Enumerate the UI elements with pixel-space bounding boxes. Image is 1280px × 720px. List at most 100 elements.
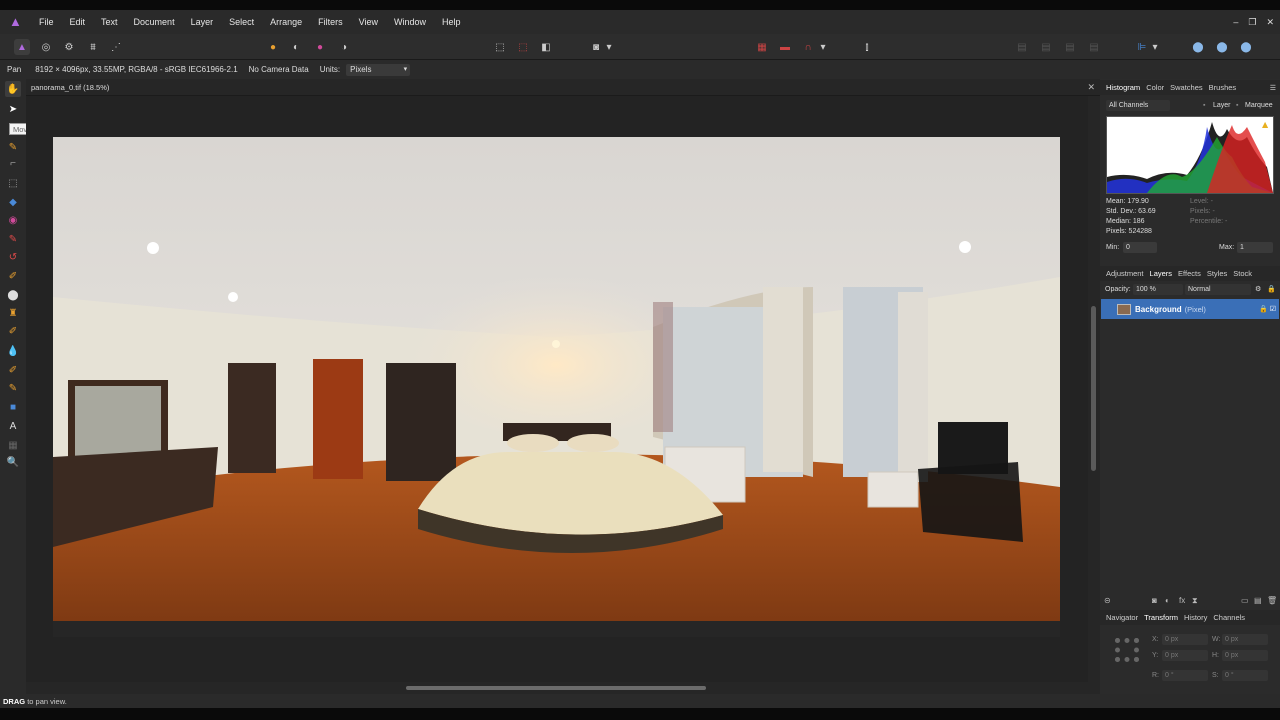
- align-dropdown-icon[interactable]: ▾: [1150, 39, 1160, 55]
- tab-brushes[interactable]: Brushes: [1209, 83, 1237, 92]
- canvas-area[interactable]: [26, 96, 1088, 682]
- zoom-tool-icon[interactable]: 🔍: [5, 454, 21, 470]
- color-replacement-icon[interactable]: ↺: [5, 249, 21, 265]
- rectangular-marquee-icon[interactable]: ⬚: [5, 175, 21, 191]
- vertical-scroll-thumb[interactable]: [1091, 306, 1096, 471]
- tab-layers[interactable]: Layers: [1150, 269, 1173, 278]
- channel-select[interactable]: All Channels: [1106, 100, 1170, 111]
- tab-styles[interactable]: Styles: [1207, 269, 1227, 278]
- paint-brush-icon[interactable]: ✎: [5, 231, 21, 247]
- arrange-forward-icon[interactable]: ▤: [1062, 39, 1078, 55]
- inpainting-brush-icon[interactable]: ✐: [5, 323, 21, 339]
- minimize-button[interactable]: ‒: [1233, 17, 1238, 27]
- photo-persona-icon[interactable]: ▲: [14, 39, 30, 55]
- rotation-field[interactable]: 0 °: [1162, 670, 1208, 681]
- menu-text[interactable]: Text: [93, 17, 126, 27]
- export-persona-icon[interactable]: ⋰: [108, 39, 124, 55]
- auto-contrast-icon[interactable]: ◐: [288, 39, 304, 55]
- erase-brush-icon[interactable]: ✐: [5, 268, 21, 284]
- h-field[interactable]: 0 px: [1222, 650, 1268, 661]
- units-select[interactable]: Pixels: [346, 63, 411, 76]
- min-field[interactable]: 0: [1123, 242, 1157, 253]
- tab-stock[interactable]: Stock: [1233, 269, 1252, 278]
- close-window-button[interactable]: ✕: [1266, 17, 1274, 28]
- menu-document[interactable]: Document: [126, 17, 183, 27]
- crop-tool-icon[interactable]: ⌐: [5, 155, 21, 171]
- tone-mapping-persona-icon[interactable]: ⩩: [85, 39, 101, 55]
- horizontal-scrollbar[interactable]: [26, 682, 1100, 694]
- invert-selection-icon[interactable]: ◧: [538, 39, 554, 55]
- layer-settings-icon[interactable]: ⚙: [1255, 285, 1261, 293]
- move-tool-icon[interactable]: ➤: [5, 101, 21, 117]
- boolean-intersect-icon[interactable]: ⬤: [1238, 39, 1254, 55]
- smudge-brush-icon[interactable]: ✐: [5, 362, 21, 378]
- add-layer-icon[interactable]: ▤: [1254, 596, 1262, 605]
- deselect-icon[interactable]: ⬚: [515, 39, 531, 55]
- force-pixel-alignment-icon[interactable]: ⫾: [859, 39, 875, 55]
- tab-histogram[interactable]: Histogram: [1106, 83, 1140, 92]
- transform-anchor-icon[interactable]: [1115, 638, 1139, 662]
- dodge-brush-icon[interactable]: ⬤: [5, 287, 21, 303]
- menu-edit[interactable]: Edit: [62, 17, 94, 27]
- pen-tool-icon[interactable]: ✎: [5, 380, 21, 396]
- tab-channels[interactable]: Channels: [1213, 613, 1245, 622]
- boolean-add-icon[interactable]: ⬤: [1190, 39, 1206, 55]
- tab-history[interactable]: History: [1184, 613, 1207, 622]
- menu-help[interactable]: Help: [434, 17, 469, 27]
- tab-adjustment[interactable]: Adjustment: [1106, 269, 1144, 278]
- layer-checkbox-icon[interactable]: ▪: [1203, 102, 1205, 109]
- auto-colors-icon[interactable]: ●: [312, 39, 328, 55]
- arrange-back-icon[interactable]: ▤: [1014, 39, 1030, 55]
- clone-brush-icon[interactable]: ♜: [5, 305, 21, 321]
- tab-navigator[interactable]: Navigator: [1106, 613, 1138, 622]
- tab-transform[interactable]: Transform: [1144, 613, 1178, 622]
- menu-arrange[interactable]: Arrange: [262, 17, 310, 27]
- gradient-tool-icon[interactable]: ◉: [5, 212, 21, 228]
- menu-window[interactable]: Window: [386, 17, 434, 27]
- hand-tool-icon[interactable]: ✋: [5, 81, 21, 97]
- vertical-scrollbar[interactable]: [1088, 96, 1100, 682]
- mask-layer-icon[interactable]: ◙: [1152, 596, 1157, 605]
- close-document-icon[interactable]: ✕: [1087, 82, 1095, 93]
- snapping-dropdown-icon[interactable]: ▾: [818, 39, 828, 55]
- add-group-icon[interactable]: ▭: [1241, 596, 1249, 605]
- snapping-grid-icon[interactable]: ▦: [754, 39, 770, 55]
- tab-color[interactable]: Color: [1146, 83, 1164, 92]
- quick-mask-dropdown-icon[interactable]: ▾: [604, 39, 614, 55]
- auto-levels-icon[interactable]: ●: [265, 39, 281, 55]
- menu-file[interactable]: File: [31, 17, 62, 27]
- layer-lock-icon[interactable]: 🔒: [1267, 285, 1276, 293]
- rectangle-tool-icon[interactable]: ■: [5, 399, 21, 415]
- shear-field[interactable]: 0 °: [1222, 670, 1268, 681]
- menu-view[interactable]: View: [351, 17, 386, 27]
- fx-icon[interactable]: fx: [1179, 596, 1185, 605]
- flood-select-icon[interactable]: ✎: [5, 139, 21, 155]
- w-field[interactable]: 0 px: [1222, 634, 1268, 645]
- x-field[interactable]: 0 px: [1162, 634, 1208, 645]
- delete-layer-icon[interactable]: 🗑: [1267, 596, 1277, 605]
- restore-button[interactable]: ❐: [1248, 17, 1256, 28]
- boolean-subtract-icon[interactable]: ⬤: [1214, 39, 1230, 55]
- adjustment-layer-icon[interactable]: ◐: [1165, 596, 1170, 605]
- develop-persona-icon[interactable]: ⚙: [61, 39, 77, 55]
- layer-visibility-checkbox-icon[interactable]: 🔒 ☑: [1259, 305, 1276, 313]
- layer-options-icon[interactable]: ⊝: [1104, 596, 1111, 605]
- tab-swatches[interactable]: Swatches: [1170, 83, 1203, 92]
- menu-layer[interactable]: Layer: [183, 17, 222, 27]
- max-field[interactable]: 1: [1237, 242, 1273, 253]
- auto-white-balance-icon[interactable]: ◑: [336, 39, 352, 55]
- menu-select[interactable]: Select: [221, 17, 262, 27]
- flood-fill-icon[interactable]: ◆: [5, 194, 21, 210]
- y-field[interactable]: 0 px: [1162, 650, 1208, 661]
- arrange-front-icon[interactable]: ▤: [1086, 39, 1102, 55]
- text-tool-icon[interactable]: A: [5, 418, 21, 434]
- liquify-persona-icon[interactable]: ◎: [38, 39, 54, 55]
- opacity-field[interactable]: 100 %: [1133, 284, 1183, 295]
- snapping-magnet-icon[interactable]: ∩: [800, 39, 816, 55]
- panel-menu-icon[interactable]: ☰: [1270, 84, 1276, 92]
- marquee-checkbox-icon[interactable]: ▪: [1236, 102, 1238, 109]
- quick-mask-icon[interactable]: ◙: [588, 39, 604, 55]
- arrange-backward-icon[interactable]: ▤: [1038, 39, 1054, 55]
- horizontal-scroll-thumb[interactable]: [406, 686, 706, 690]
- view-tool-icon[interactable]: ▦: [5, 437, 21, 453]
